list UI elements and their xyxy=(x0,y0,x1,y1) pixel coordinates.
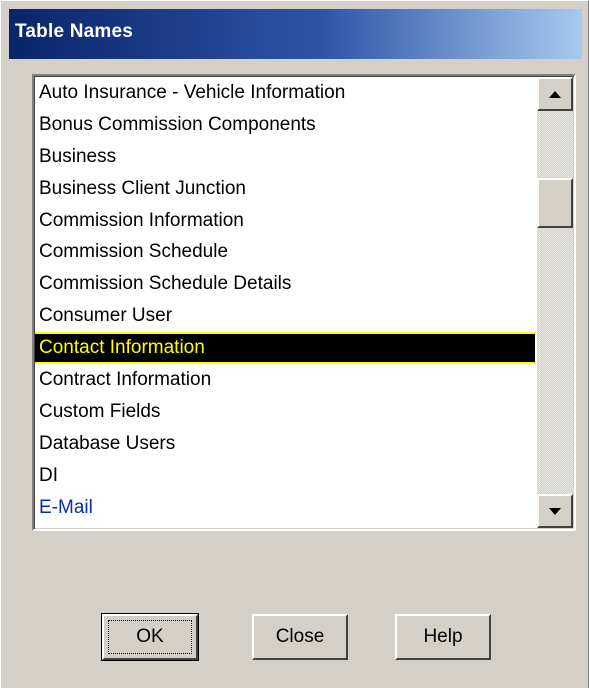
list-item-selected[interactable]: Contact Information xyxy=(35,332,535,365)
list-item[interactable]: E-Mail xyxy=(35,492,535,524)
focus-ring xyxy=(108,620,192,654)
vertical-scrollbar[interactable] xyxy=(537,77,573,528)
title-bar: Table Names xyxy=(9,9,582,59)
window-title: Table Names xyxy=(15,21,134,42)
scrollbar-thumb[interactable] xyxy=(537,178,573,228)
help-button[interactable]: Help xyxy=(395,614,491,660)
table-names-listbox[interactable]: Auto Insurance - Vehicle Information Bon… xyxy=(32,74,576,531)
list-items: Auto Insurance - Vehicle Information Bon… xyxy=(35,77,535,527)
up-arrow-icon xyxy=(549,90,561,98)
scroll-up-button[interactable] xyxy=(537,77,573,111)
list-item[interactable]: Custom Fields xyxy=(35,396,535,428)
list-item[interactable]: Bonus Commission Components xyxy=(35,109,535,141)
list-item[interactable]: Consumer User xyxy=(35,300,535,332)
ok-button[interactable]: OK xyxy=(101,613,199,661)
list-item[interactable]: Contract Information xyxy=(35,364,535,396)
list-item[interactable]: Commission Information xyxy=(35,205,535,237)
close-button[interactable]: Close xyxy=(252,614,348,660)
close-button-label: Close xyxy=(275,626,325,647)
scroll-down-button[interactable] xyxy=(537,494,573,528)
list-item[interactable]: Database Users xyxy=(35,428,535,460)
list-item[interactable]: Business xyxy=(35,141,535,173)
help-button-label: Help xyxy=(423,626,463,647)
table-names-dialog: Table Names Auto Insurance - Vehicle Inf… xyxy=(0,0,589,688)
list-item[interactable]: Commission Schedule Details xyxy=(35,268,535,300)
list-item[interactable]: Auto Insurance - Vehicle Information xyxy=(35,77,535,109)
down-arrow-icon xyxy=(549,507,561,515)
list-item[interactable]: Commission Schedule xyxy=(35,236,535,268)
list-item[interactable]: Business Client Junction xyxy=(35,173,535,205)
list-item[interactable]: DI xyxy=(35,460,535,492)
